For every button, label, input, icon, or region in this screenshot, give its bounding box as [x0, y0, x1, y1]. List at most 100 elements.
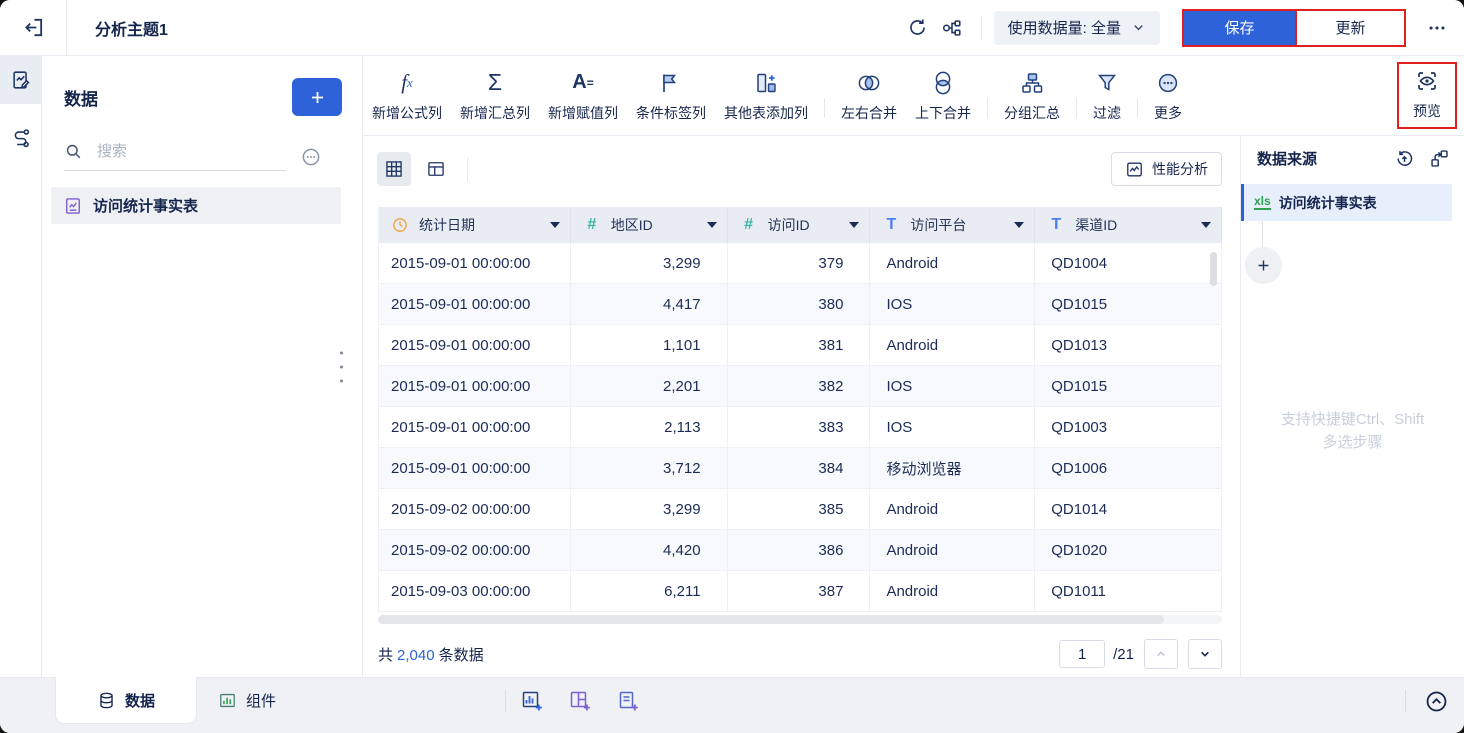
grid-view-button[interactable] [377, 152, 411, 186]
table-cell[interactable]: 2015-09-01 00:00:00 [379, 325, 571, 366]
search-box[interactable] [64, 142, 286, 171]
form-view-button[interactable] [419, 152, 453, 186]
table-cell[interactable]: 381 [728, 325, 871, 366]
column-dropdown-icon[interactable] [849, 222, 859, 228]
table-cell[interactable]: 3,712 [571, 448, 728, 489]
table-cell[interactable]: IOS [870, 366, 1035, 407]
add-step-button[interactable] [1245, 247, 1282, 284]
rail-item-flow[interactable] [0, 114, 41, 162]
performance-analysis-button[interactable]: 性能分析 [1111, 152, 1222, 186]
merge-steps-icon[interactable] [1429, 148, 1450, 169]
save-button[interactable]: 保存 [1184, 11, 1295, 45]
column-header-5[interactable]: T渠道ID [1035, 207, 1222, 243]
table-cell[interactable]: 386 [728, 530, 871, 571]
table-cell[interactable]: 2015-09-03 00:00:00 [379, 571, 571, 612]
topbar-more-button[interactable] [1420, 11, 1454, 45]
add-report-button[interactable] [614, 687, 642, 715]
table-cell[interactable]: 380 [728, 284, 871, 325]
table-cell[interactable]: 2015-09-01 00:00:00 [379, 243, 571, 284]
exit-button[interactable] [0, 0, 66, 55]
table-cell[interactable]: QD1006 [1035, 448, 1222, 489]
table-cell[interactable]: 2015-09-02 00:00:00 [379, 530, 571, 571]
column-dropdown-icon[interactable] [550, 222, 560, 228]
tab-data[interactable]: 数据 [55, 677, 197, 724]
table-cell[interactable]: 2015-09-01 00:00:00 [379, 284, 571, 325]
sidebar-item-dataset[interactable]: 访问统计事实表 [51, 187, 341, 224]
table-cell[interactable]: 6,211 [571, 571, 728, 612]
table-cell[interactable]: QD1015 [1035, 284, 1222, 325]
refresh-button[interactable] [901, 11, 935, 45]
column-dropdown-icon[interactable] [707, 222, 717, 228]
table-cell[interactable]: QD1004 [1035, 243, 1222, 284]
add-data-button[interactable] [292, 78, 342, 116]
horizontal-scrollbar[interactable] [378, 615, 1222, 624]
panel-resize-handle[interactable] [340, 352, 343, 383]
update-history-icon[interactable] [1394, 148, 1415, 169]
page-number-input[interactable] [1059, 640, 1105, 668]
table-cell[interactable]: Android [870, 325, 1035, 366]
vertical-scrollbar-thumb[interactable] [1210, 252, 1217, 286]
table-cell[interactable]: Android [870, 243, 1035, 284]
toolbar-item-join-top-bottom[interactable]: 上下合并 [906, 69, 980, 123]
table-cell[interactable]: 387 [728, 571, 871, 612]
table-cell[interactable]: 4,417 [571, 284, 728, 325]
column-dropdown-icon[interactable] [1014, 222, 1024, 228]
column-header-1[interactable]: 统计日期 [379, 207, 571, 243]
table-cell[interactable]: QD1014 [1035, 489, 1222, 530]
table-cell[interactable]: Android [870, 530, 1035, 571]
table-cell[interactable]: 3,299 [571, 489, 728, 530]
toolbar-item-filter[interactable]: 过滤 [1084, 69, 1130, 123]
table-cell[interactable]: 2015-09-01 00:00:00 [379, 407, 571, 448]
table-cell[interactable]: 2015-09-01 00:00:00 [379, 448, 571, 489]
toolbar-item-join-left-right[interactable]: 左右合并 [832, 69, 906, 123]
horizontal-scrollbar-thumb[interactable] [378, 615, 1164, 624]
toolbar-item-formula-column[interactable]: fx 新增公式列 [363, 69, 451, 123]
toolbar-item-assign-column[interactable]: A= 新增赋值列 [539, 69, 627, 123]
table-cell[interactable]: QD1003 [1035, 407, 1222, 448]
table-cell[interactable]: 移动浏览器 [870, 448, 1035, 489]
search-input[interactable] [95, 142, 298, 161]
table-cell[interactable]: 4,420 [571, 530, 728, 571]
collapse-panel-button[interactable] [1422, 687, 1450, 715]
table-cell[interactable]: 383 [728, 407, 871, 448]
add-dashboard-button[interactable] [566, 687, 594, 715]
table-cell[interactable]: 2015-09-01 00:00:00 [379, 366, 571, 407]
table-cell[interactable]: QD1020 [1035, 530, 1222, 571]
table-cell[interactable]: 2015-09-02 00:00:00 [379, 489, 571, 530]
table-cell[interactable]: Android [870, 489, 1035, 530]
source-step-dataset[interactable]: xls 访问统计事实表 [1241, 184, 1452, 221]
rail-item-analysis[interactable] [0, 56, 41, 104]
table-cell[interactable]: 379 [728, 243, 871, 284]
column-dropdown-icon[interactable] [1201, 222, 1211, 228]
table-cell[interactable]: IOS [870, 407, 1035, 448]
previous-page-button[interactable] [1144, 639, 1178, 669]
toolbar-item-preview[interactable]: 预览 [1413, 67, 1441, 121]
table-cell[interactable]: 384 [728, 448, 871, 489]
table-cell[interactable]: 1,101 [571, 325, 728, 366]
toolbar-item-more[interactable]: 更多 [1145, 69, 1191, 123]
table-cell[interactable]: 385 [728, 489, 871, 530]
table-cell[interactable]: QD1013 [1035, 325, 1222, 366]
relation-view-button[interactable] [935, 11, 969, 45]
table-cell[interactable]: QD1011 [1035, 571, 1222, 612]
toolbar-item-condition-tag-column[interactable]: 条件标签列 [627, 69, 715, 123]
table-cell[interactable]: IOS [870, 284, 1035, 325]
toolbar-item-add-column-from-table[interactable]: 其他表添加列 [715, 69, 817, 123]
toolbar-item-group-summary[interactable]: 分组汇总 [995, 69, 1069, 123]
tab-component[interactable]: 组件 [212, 678, 282, 723]
table-cell[interactable]: QD1015 [1035, 366, 1222, 407]
table-cell[interactable]: 382 [728, 366, 871, 407]
column-header-4[interactable]: T访问平台 [870, 207, 1035, 243]
table-cell[interactable]: 2,113 [571, 407, 728, 448]
table-cell[interactable]: Android [870, 571, 1035, 612]
next-page-button[interactable] [1188, 639, 1222, 669]
add-chart-button[interactable] [518, 687, 546, 715]
column-header-3[interactable]: #访问ID [728, 207, 871, 243]
column-header-2[interactable]: #地区ID [571, 207, 728, 243]
data-volume-select[interactable]: 使用数据量: 全量 [994, 11, 1160, 45]
table-cell[interactable]: 2,201 [571, 366, 728, 407]
update-button[interactable]: 更新 [1295, 11, 1404, 45]
toolbar-item-summary-column[interactable]: Σ 新增汇总列 [451, 69, 539, 123]
table-cell[interactable]: 3,299 [571, 243, 728, 284]
search-options-icon[interactable] [300, 146, 322, 168]
